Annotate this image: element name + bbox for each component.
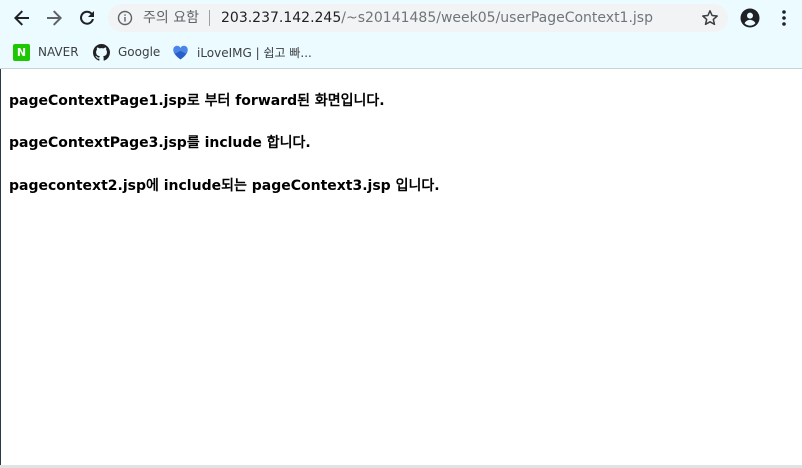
- address-bar[interactable]: 주의 요함 203.237.142.245/~s20141485/week05/…: [108, 4, 728, 32]
- security-status-label[interactable]: 주의 요함: [143, 9, 199, 27]
- url-path: /~s20141485/week05/userPageContext1.jsp: [341, 10, 653, 26]
- arrow-left-icon: [14, 10, 29, 26]
- bookmarks-bar: N NAVER Google iLoveIMG | 쉽고 빠...: [0, 36, 802, 69]
- url-text[interactable]: 203.237.142.245/~s20141485/week05/userPa…: [221, 9, 653, 27]
- more-vert-icon: [782, 10, 786, 26]
- url-host: 203.237.142.245: [221, 10, 342, 26]
- bookmark-label: iLoveIMG | 쉽고 빠...: [197, 45, 312, 60]
- content-line-included-page: pagecontext2.jsp에 include되는 pageContext3…: [9, 178, 440, 194]
- browser-toolbar: 주의 요함 203.237.142.245/~s20141485/week05/…: [0, 0, 802, 36]
- bookmark-google[interactable]: Google: [93, 40, 160, 64]
- content-line-include: pageContextPage3.jsp를 include 합니다.: [9, 135, 311, 151]
- bookmark-ilovemig[interactable]: iLoveIMG | 쉽고 빠...: [172, 40, 312, 64]
- ilovemig-heart-icon: [173, 45, 188, 59]
- reload-icon: [80, 10, 94, 25]
- account-circle-icon: [740, 8, 760, 28]
- url-divider: [209, 10, 210, 26]
- github-icon: [93, 43, 110, 61]
- back-button[interactable]: [9, 5, 35, 31]
- profile-button[interactable]: [739, 7, 761, 29]
- bookmark-label: Google: [118, 45, 161, 59]
- arrow-right-icon: [47, 10, 62, 26]
- browser-window: 주의 요함 203.237.142.245/~s20141485/week05/…: [0, 0, 802, 468]
- forward-button[interactable]: [41, 5, 67, 31]
- naver-icon: N: [13, 43, 30, 61]
- page-content: pageContextPage1.jsp로 부터 forward된 화면입니다.…: [0, 69, 802, 468]
- reload-button[interactable]: [74, 5, 100, 31]
- bookmark-label: NAVER: [38, 45, 79, 59]
- bookmark-naver[interactable]: N NAVER: [13, 40, 79, 64]
- bookmark-star-button[interactable]: [700, 8, 720, 28]
- browser-menu-button[interactable]: [774, 7, 794, 29]
- content-line-forward: pageContextPage1.jsp로 부터 forward된 화면입니다.: [9, 93, 385, 109]
- star-icon: [702, 10, 718, 26]
- info-icon[interactable]: [117, 10, 133, 26]
